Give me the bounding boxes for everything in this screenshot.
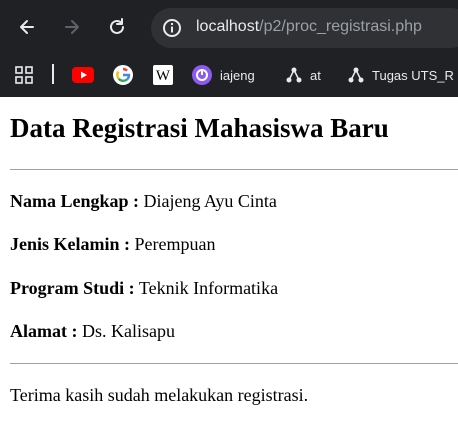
- thank-you-message: Terima kasih sudah melakukan registrasi.: [10, 385, 309, 405]
- field-label: Nama Lengkap :: [10, 191, 140, 211]
- url-text[interactable]: localhost/p2/proc_registrasi.php: [196, 18, 422, 36]
- browser-chrome: localhost/p2/proc_registrasi.php W iajen…: [0, 0, 458, 97]
- bookmark-tugas-uts[interactable]: Tugas UTS_R: [348, 64, 454, 86]
- network-icon: [286, 67, 302, 83]
- youtube-icon: [72, 67, 94, 83]
- bookmark-label: iajeng: [220, 67, 255, 83]
- bookmark-at[interactable]: at: [286, 64, 321, 86]
- divider-top: [10, 169, 458, 170]
- url-host: localhost: [196, 18, 260, 35]
- field-label: Jenis Kelamin :: [10, 234, 130, 254]
- bookmark-iajeng[interactable]: iajeng: [192, 64, 255, 86]
- address-bar[interactable]: localhost/p2/proc_registrasi.php: [151, 8, 458, 48]
- page-content: Data Registrasi Mahasiswa Baru Nama Leng…: [0, 97, 458, 432]
- navigation-bar: localhost/p2/proc_registrasi.php: [0, 0, 458, 56]
- network-icon: [348, 67, 364, 83]
- field-label: Program Studi :: [10, 278, 135, 298]
- back-button[interactable]: [16, 16, 38, 38]
- site-info-icon[interactable]: [162, 18, 182, 38]
- field-value: Perempuan: [134, 234, 216, 254]
- bookmark-label: Tugas UTS_R: [372, 67, 454, 83]
- field-program-studi: Program Studi : Teknik Informatika: [10, 278, 278, 299]
- bookmarks-bar: W iajeng at Tugas UTS_R: [0, 58, 458, 92]
- bookmark-youtube[interactable]: [72, 64, 94, 86]
- field-label: Alamat :: [10, 321, 78, 341]
- field-value: Ds. Kalisapu: [81, 321, 175, 341]
- bookmarks-divider: [52, 64, 54, 84]
- field-jenis-kelamin: Jenis Kelamin : Perempuan: [10, 234, 215, 255]
- apps-grid-icon: [15, 66, 33, 84]
- arrow-left-icon: [20, 20, 34, 34]
- bookmark-label: at: [310, 67, 321, 83]
- wikipedia-icon: W: [153, 65, 173, 85]
- field-alamat: Alamat : Ds. Kalisapu: [10, 321, 175, 342]
- field-value: Teknik Informatika: [138, 278, 279, 298]
- page-title: Data Registrasi Mahasiswa Baru: [10, 113, 389, 143]
- apps-button[interactable]: [15, 64, 33, 86]
- bookmark-wikipedia[interactable]: W: [153, 64, 173, 86]
- url-path: /p2/proc_registrasi.php: [259, 18, 422, 35]
- divider-bottom: [10, 363, 458, 364]
- forward-button[interactable]: [61, 16, 83, 38]
- google-icon: [113, 65, 133, 85]
- field-value: Diajeng Ayu Cinta: [143, 191, 277, 211]
- arrow-right-icon: [65, 20, 79, 34]
- bookmark-google[interactable]: [113, 64, 133, 86]
- reload-button[interactable]: [106, 16, 128, 38]
- reload-icon: [110, 18, 124, 34]
- app-icon: [192, 65, 212, 85]
- svg-text:W: W: [156, 68, 171, 84]
- field-nama-lengkap: Nama Lengkap : Diajeng Ayu Cinta: [10, 191, 277, 212]
